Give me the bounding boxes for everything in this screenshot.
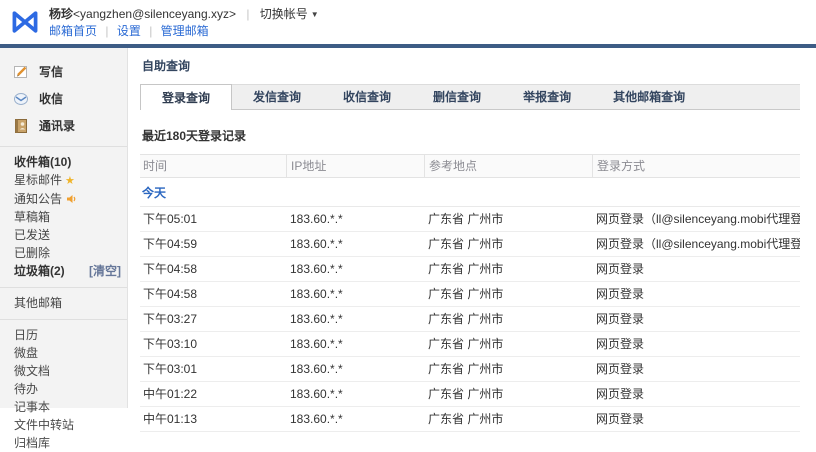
tab-delete-query[interactable]: 删信查询: [412, 85, 502, 109]
divider: |: [246, 7, 249, 21]
nav-admin-link[interactable]: 管理邮箱: [161, 24, 209, 38]
column-header-method: 登录方式: [592, 155, 800, 177]
mail-logo-icon: [10, 9, 40, 35]
account-name: 杨珍: [49, 7, 73, 21]
tab-receive-query[interactable]: 收信查询: [322, 85, 412, 109]
tab-login-query[interactable]: 登录查询: [140, 84, 232, 110]
sidebar-item-inbox[interactable]: 收件箱(10): [0, 153, 127, 171]
chevron-down-icon: ▼: [311, 10, 319, 19]
column-header-location: 参考地点: [424, 155, 592, 177]
header: 杨珍<yangzhen@silenceyang.xyz> | 切换帐号▼ 邮箱首…: [0, 0, 816, 44]
highlighted-login-method: 网页登录（ll@silenceyang.mobi代理登录）: [596, 207, 800, 231]
table-row: 下午03:10 183.60.*.* 广东省 广州市 网页登录: [140, 332, 800, 357]
sidebar-item-write[interactable]: 写信: [0, 58, 127, 85]
sidebar-item-weidoc[interactable]: 微文档: [0, 362, 127, 380]
table-row: 下午04:59 183.60.*.* 广东省 广州市 网页登录（ll@silen…: [140, 232, 800, 257]
table-row: 下午03:01 183.60.*.* 广东省 广州市 网页登录: [140, 357, 800, 382]
sidebar-item-contacts[interactable]: 通讯录: [0, 112, 127, 139]
table-row: 中午01:13 183.60.*.* 广东省 广州市 网页登录: [140, 407, 800, 432]
sidebar-item-calendar[interactable]: 日历: [0, 326, 127, 344]
divider: |: [105, 24, 108, 38]
sidebar-item-notebook[interactable]: 记事本: [0, 398, 127, 416]
divider: |: [149, 24, 152, 38]
sidebar-item-weidisk[interactable]: 微盘: [0, 344, 127, 362]
sidebar-item-todo[interactable]: 待办: [0, 380, 127, 398]
login-history-table: 时间 IP地址 参考地点 登录方式 今天 下午05:01 183.60.*.* …: [140, 154, 800, 432]
page-title: 自助查询: [140, 52, 800, 84]
compose-icon: [14, 65, 30, 79]
column-header-time: 时间: [140, 155, 286, 177]
tab-send-query[interactable]: 发信查询: [232, 85, 322, 109]
column-header-ip: IP地址: [286, 155, 424, 177]
table-row: 下午04:58 183.60.*.* 广东省 广州市 网页登录: [140, 282, 800, 307]
sidebar-item-other-mailbox[interactable]: 其他邮箱: [0, 294, 127, 312]
envelope-icon: [14, 92, 30, 106]
speaker-icon: [66, 194, 77, 204]
tab-report-query[interactable]: 举报查询: [502, 85, 592, 109]
sidebar-item-receive[interactable]: 收信: [0, 85, 127, 112]
table-row: 下午03:27 183.60.*.* 广东省 广州市 网页登录: [140, 307, 800, 332]
sidebar-item-starred[interactable]: 星标邮件: [0, 171, 127, 190]
account-email: <yangzhen@silenceyang.xyz>: [73, 7, 236, 21]
table-row: 下午04:58 183.60.*.* 广东省 广州市 网页登录: [140, 257, 800, 282]
divider: [0, 146, 127, 147]
table-row: 中午01:22 183.60.*.* 广东省 广州市 网页登录: [140, 382, 800, 407]
sidebar-item-junk[interactable]: 垃圾箱(2)[清空]: [0, 262, 127, 280]
table-header: 时间 IP地址 参考地点 登录方式: [140, 154, 800, 178]
nav-settings-link[interactable]: 设置: [117, 24, 141, 38]
sidebar-item-announcements[interactable]: 通知公告: [0, 190, 127, 208]
main-content: 自助查询 登录查询 发信查询 收信查询 删信查询 举报查询 其他邮箱查询 最近1…: [128, 48, 816, 426]
contacts-book-icon: [14, 119, 30, 133]
sidebar-item-file-transfer[interactable]: 文件中转站: [0, 416, 127, 434]
date-group-label: 今天: [140, 178, 800, 207]
star-icon: [65, 175, 75, 187]
nav-mail-home-link[interactable]: 邮箱首页: [49, 24, 97, 38]
sidebar-item-deleted[interactable]: 已删除: [0, 244, 127, 262]
switch-account-button[interactable]: 切换帐号▼: [260, 7, 319, 21]
query-tabs: 登录查询 发信查询 收信查询 删信查询 举报查询 其他邮箱查询: [140, 84, 800, 110]
table-row: 下午05:01 183.60.*.* 广东省 广州市 网页登录（ll@silen…: [140, 207, 800, 232]
empty-junk-button[interactable]: [清空]: [89, 264, 121, 278]
tab-other-mailbox-query[interactable]: 其他邮箱查询: [592, 85, 706, 109]
sidebar-item-archive[interactable]: 归档库: [0, 434, 127, 452]
sidebar-item-drafts[interactable]: 草稿箱: [0, 208, 127, 226]
section-title: 最近180天登录记录: [140, 127, 800, 144]
divider: [0, 287, 127, 288]
sidebar-item-sent[interactable]: 已发送: [0, 226, 127, 244]
sidebar: 写信 收信 通讯录 收件箱(10) 星标邮件 通知公告 草稿箱 已发送 已删除 …: [0, 48, 128, 408]
divider: [0, 319, 127, 320]
